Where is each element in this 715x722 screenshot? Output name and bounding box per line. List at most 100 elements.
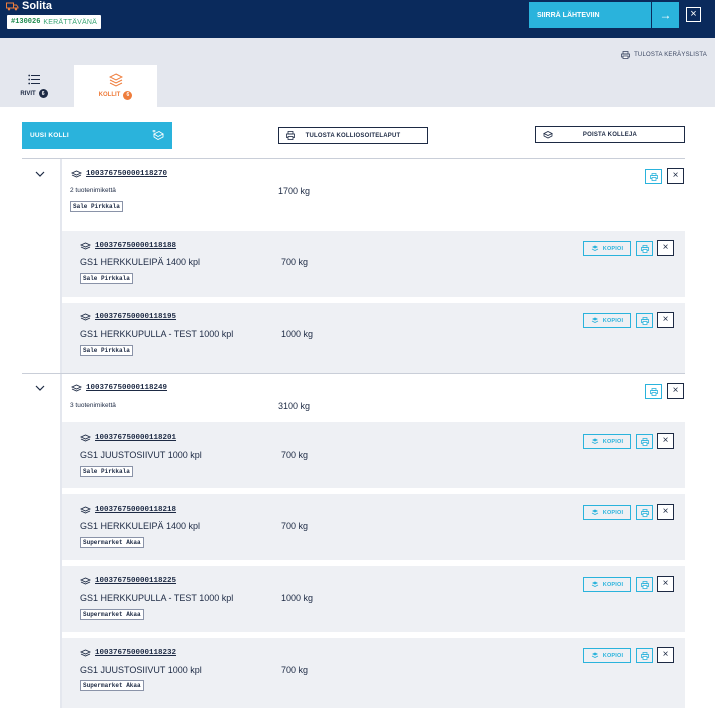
list-icon — [28, 74, 40, 85]
stack-icon — [591, 509, 598, 516]
copy-button[interactable]: KOPIOI — [583, 434, 631, 449]
package-id-link[interactable]: 100376750000118218 — [80, 506, 176, 514]
new-package-label: UUSI KOLLI — [30, 132, 69, 139]
delete-package-icon — [543, 131, 553, 139]
printer-icon — [640, 437, 649, 446]
brand: Solita — [6, 0, 52, 12]
package-id-link[interactable]: 100376750000118270 — [71, 170, 167, 178]
remove-package-button[interactable]: × — [657, 240, 674, 256]
print-package-button[interactable] — [636, 313, 653, 328]
print-package-button[interactable] — [636, 434, 653, 449]
stack-icon — [591, 317, 598, 324]
tab-kollit[interactable]: KOLLIT 6 — [74, 65, 157, 107]
remove-package-button[interactable]: × — [657, 504, 674, 520]
copy-button[interactable]: KOPIOI — [583, 313, 631, 328]
chevron-down-icon[interactable] — [34, 169, 46, 179]
printer-icon — [649, 387, 658, 396]
package-weight: 1000 kg — [281, 329, 314, 339]
package-id-link[interactable]: 100376750000118225 — [80, 577, 176, 585]
remove-package-button[interactable]: × — [657, 312, 674, 328]
arrow-right-icon[interactable]: → — [652, 2, 679, 28]
store-tag: Sale Pirkkala — [80, 345, 133, 356]
tab-kollit-count: 6 — [123, 90, 133, 100]
divider — [22, 373, 685, 374]
product-count: 3 tuotenimikettä — [70, 402, 116, 409]
package-icon — [71, 384, 82, 392]
order-status: KERÄTTÄVÄNÄ — [43, 18, 97, 26]
tab-rivit-count: 6 — [38, 89, 48, 98]
store-tag: Sale Pirkkala — [80, 273, 133, 284]
stack-icon — [591, 652, 598, 659]
print-package-button[interactable] — [645, 169, 662, 184]
copy-button[interactable]: KOPIOI — [583, 577, 631, 592]
package-id-link[interactable]: 100376750000118249 — [71, 384, 167, 392]
remove-package-button[interactable]: × — [667, 168, 684, 184]
store-tag: Sale Pirkkala — [80, 466, 133, 477]
brand-name: Solita — [22, 0, 52, 12]
tab-kollit-text: KOLLIT — [98, 92, 121, 98]
package-icon — [80, 577, 91, 585]
store-tag: Supermarket Akaa — [80, 609, 144, 620]
package-icon — [80, 313, 91, 321]
package-icon — [80, 434, 91, 442]
delete-packages-label: POISTA KOLLEJA — [582, 131, 638, 138]
tab-rivit-label: RIVIT 6 — [20, 89, 48, 98]
print-package-button[interactable] — [636, 648, 653, 663]
print-package-button[interactable] — [636, 505, 653, 520]
product-name: GS1 JUUSTOSIIVUT 1000 kpl — [80, 450, 202, 460]
product-name: GS1 JUUSTOSIIVUT 1000 kpl — [80, 665, 202, 675]
tab-rivit[interactable]: RIVIT 6 — [8, 65, 60, 107]
print-labels-label: TULOSTA KOLLIOSOITELAPUT — [305, 132, 401, 139]
top-bar: Solita #130026 KERÄTTÄVÄNÄ SIIRRÄ LÄHTEV… — [0, 0, 715, 38]
order-number: #130026 — [11, 18, 41, 26]
package-id-link[interactable]: 100376750000118232 — [80, 649, 176, 657]
copy-label: KOPIOI — [602, 317, 624, 324]
store-tag: Supermarket Akaa — [80, 537, 144, 548]
copy-button[interactable]: KOPIOI — [583, 505, 631, 520]
package-id-link[interactable]: 100376750000118201 — [80, 434, 176, 442]
product-name: GS1 HERKKUPULLA - TEST 1000 kpl — [80, 593, 234, 603]
remove-package-button[interactable]: × — [657, 647, 674, 663]
print-picking-list-button[interactable]: TULOSTA KERÄYSLISTA — [621, 51, 707, 59]
remove-package-button[interactable]: × — [657, 433, 674, 449]
package-id-link[interactable]: 100376750000118188 — [80, 242, 176, 250]
package-id: 100376750000118270 — [86, 170, 168, 178]
print-package-button[interactable] — [645, 384, 662, 399]
chevron-down-icon[interactable] — [34, 383, 46, 393]
package-icon — [80, 506, 91, 514]
divider — [22, 158, 685, 159]
package-icon — [80, 242, 91, 250]
stack-icon — [591, 581, 598, 588]
product-name: GS1 HERKKULEIPÄ 1400 kpl — [80, 257, 201, 267]
print-package-labels-button[interactable]: TULOSTA KOLLIOSOITELAPUT — [278, 127, 428, 144]
package-id-link[interactable]: 100376750000118195 — [80, 313, 176, 321]
remove-package-button[interactable]: × — [657, 576, 674, 592]
package-weight: 1000 kg — [281, 593, 314, 603]
stack-icon — [108, 72, 123, 87]
package-icon — [71, 170, 82, 178]
add-package-icon — [152, 130, 164, 140]
new-package-button[interactable]: UUSI KOLLI — [22, 122, 172, 149]
package-weight: 700 kg — [281, 665, 309, 675]
remove-package-button[interactable]: × — [667, 383, 684, 399]
printer-icon — [640, 244, 649, 253]
package-weight: 3100 kg — [278, 401, 311, 411]
copy-button[interactable]: KOPIOI — [583, 648, 631, 663]
move-to-outgoing-button[interactable]: SIIRRÄ LÄHTEVIIN — [529, 2, 651, 28]
package-weight: 700 kg — [281, 257, 309, 267]
product-name: GS1 HERKKUPULLA - TEST 1000 kpl — [80, 329, 234, 339]
print-package-button[interactable] — [636, 577, 653, 592]
package-id: 100376750000118195 — [95, 313, 177, 321]
tab-kollit-label: KOLLIT 6 — [98, 90, 133, 100]
delete-packages-button[interactable]: POISTA KOLLEJA — [535, 126, 685, 143]
truck-icon — [6, 2, 19, 11]
print-package-button[interactable] — [636, 241, 653, 256]
copy-label: KOPIOI — [602, 652, 624, 659]
copy-label: KOPIOI — [602, 581, 624, 588]
print-list-label: TULOSTA KERÄYSLISTA — [634, 52, 707, 58]
copy-label: KOPIOI — [602, 438, 624, 445]
printer-icon — [640, 316, 649, 325]
close-button[interactable]: × — [686, 7, 701, 22]
copy-button[interactable]: KOPIOI — [583, 241, 631, 256]
package-id: 100376750000118218 — [95, 506, 177, 514]
